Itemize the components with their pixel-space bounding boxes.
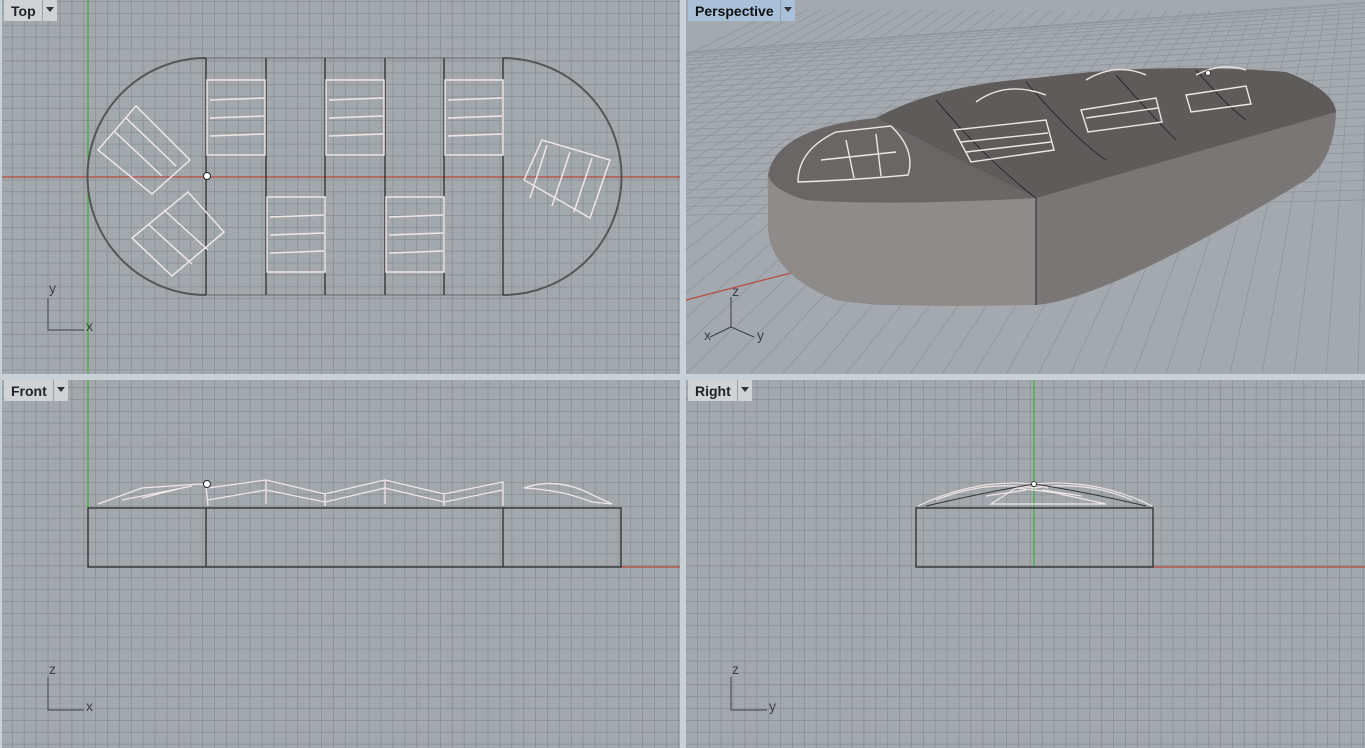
right-view-canvas[interactable]: z y [686,380,1365,748]
chevron-down-icon[interactable] [736,380,752,401]
axis-label-x: x [704,327,711,343]
axis-indicator-front: z x [47,661,93,714]
building-3d-model [767,66,1336,306]
viewport-perspective[interactable]: Perspective z x y [686,0,1365,374]
axis-label-v: y [49,280,56,296]
axis-indicator-top: y x [47,280,93,334]
viewport-label-top[interactable]: Top [4,0,57,21]
axis-label-h: y [769,698,776,714]
axis-label-v: z [49,661,56,677]
origin-point-marker [1205,70,1211,76]
chevron-down-icon[interactable] [41,0,57,21]
axis-label-v: z [732,661,739,677]
chevron-down-icon[interactable] [52,380,68,401]
chevron-down-icon[interactable] [779,0,795,21]
skylight-elevation [97,479,613,507]
building-elevation [87,507,622,568]
viewport-title[interactable]: Perspective [688,0,780,21]
viewport-label-right[interactable]: Right [688,380,752,401]
axis-label-y: y [757,327,764,343]
axis-label-h: x [86,698,93,714]
perspective-view-canvas[interactable]: z x y [686,0,1365,374]
viewport-top[interactable]: Top y x [2,0,680,374]
origin-point-marker[interactable] [1031,481,1037,487]
viewport-label-perspective[interactable]: Perspective [688,0,795,21]
viewport-right[interactable]: Right z y [686,380,1365,748]
axis-label-h: x [86,318,93,334]
viewport-title[interactable]: Right [688,380,737,401]
axis-indicator-right: z y [730,661,776,714]
origin-point-marker[interactable] [203,172,211,180]
skylight-panels [96,79,611,278]
front-view-canvas[interactable]: z x [2,380,680,748]
origin-point-marker[interactable] [203,480,211,488]
top-view-canvas[interactable]: y x [2,0,680,374]
viewport-title[interactable]: Top [4,0,42,21]
axis-indicator-perspective: z x y [704,283,764,343]
axis-label-z: z [732,283,739,299]
viewport-title[interactable]: Front [4,380,53,401]
viewport-label-front[interactable]: Front [4,380,68,401]
viewport-front[interactable]: Front z x [2,380,680,748]
